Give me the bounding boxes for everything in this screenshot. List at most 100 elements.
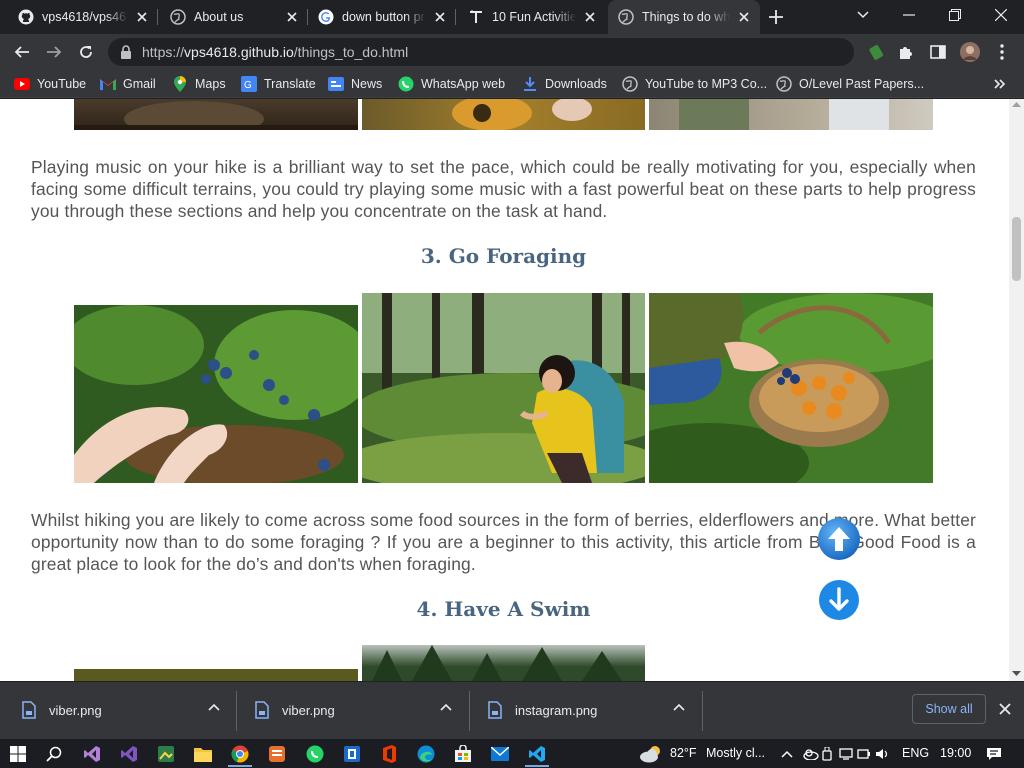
- download-item[interactable]: instagram.png: [470, 682, 703, 740]
- new-tab-button[interactable]: [766, 7, 786, 27]
- tray-usb-button[interactable]: [820, 742, 834, 766]
- bookmark-downloads[interactable]: Downloads: [522, 75, 607, 93]
- bookmarks-bar: YouTube Gmail Maps G Translate News What…: [0, 70, 1024, 98]
- close-downloads-shelf-button[interactable]: [996, 700, 1014, 718]
- bookmark-whatsapp[interactable]: WhatsApp web: [398, 75, 505, 93]
- search-button[interactable]: [42, 742, 66, 766]
- profile-button[interactable]: [958, 40, 982, 64]
- tab-divider: [455, 9, 456, 25]
- page-scrollbar[interactable]: [1009, 99, 1024, 681]
- edge-icon: [417, 745, 435, 763]
- minimize-icon: [903, 14, 915, 16]
- swim-photo-2: [362, 645, 645, 681]
- tab-google-search[interactable]: down button prev: [308, 0, 456, 34]
- tab-github[interactable]: vps4618/vps4618: [8, 0, 158, 34]
- scroll-down-button[interactable]: [818, 579, 860, 621]
- weather-temperature[interactable]: 82°F: [670, 746, 697, 760]
- close-tab-icon[interactable]: [134, 9, 150, 25]
- speaker-icon: [876, 749, 888, 759]
- side-panel-button[interactable]: [926, 40, 950, 64]
- scroll-up-button[interactable]: [817, 517, 861, 561]
- extensions-menu-button[interactable]: [894, 40, 918, 64]
- tab-things-to-do[interactable]: Things to do wh: [608, 0, 760, 34]
- lock-icon[interactable]: [120, 45, 132, 59]
- bookmark-gmail[interactable]: Gmail: [100, 75, 156, 93]
- download-item[interactable]: viber.png: [237, 682, 470, 740]
- weather-description[interactable]: Mostly cl...: [706, 746, 765, 760]
- visual-studio-icon: [121, 746, 137, 762]
- bookmark-label: Translate: [264, 77, 316, 91]
- taskbar-app-mail[interactable]: [488, 742, 512, 766]
- taskbar-app-store[interactable]: [451, 742, 475, 766]
- clock-time[interactable]: 19:00: [940, 746, 971, 760]
- tab-strip: vps4618/vps4618 About us down button pre…: [0, 0, 1024, 34]
- taskbar-app-sublime[interactable]: [265, 742, 289, 766]
- whatsapp-icon: [398, 76, 414, 92]
- download-item[interactable]: viber.png: [0, 682, 237, 740]
- bookmark-youtube-mp3[interactable]: YouTube to MP3 Co...: [622, 75, 767, 93]
- side-panel-icon: [930, 45, 946, 59]
- taskbar-app-photos[interactable]: [154, 742, 178, 766]
- more-bookmarks-button[interactable]: [994, 75, 1006, 93]
- globe-icon: [618, 9, 634, 25]
- minimize-button[interactable]: [886, 0, 932, 30]
- taskbar-app-file-explorer[interactable]: [191, 742, 215, 766]
- bookmark-label: Downloads: [545, 77, 607, 91]
- reload-button[interactable]: [74, 40, 98, 64]
- extension-button[interactable]: [864, 40, 888, 64]
- notepad-app-icon: [344, 746, 360, 762]
- bookmark-news[interactable]: News: [328, 75, 382, 93]
- weather-widget[interactable]: [638, 742, 664, 766]
- tab-divider: [157, 9, 158, 25]
- taskbar-app-edge[interactable]: [414, 742, 438, 766]
- tab-fun-activities[interactable]: 10 Fun Activities: [458, 0, 606, 34]
- tray-cloud-button[interactable]: [802, 742, 820, 766]
- action-center-button[interactable]: [982, 742, 1006, 766]
- reload-icon: [80, 46, 92, 58]
- bookmark-maps[interactable]: Maps: [172, 75, 226, 93]
- bookmark-youtube[interactable]: YouTube: [14, 75, 86, 93]
- forward-button[interactable]: [42, 40, 66, 64]
- tray-power-button[interactable]: [856, 742, 872, 766]
- downloads-shelf: viber.png viber.png instagram.png: [0, 681, 1024, 739]
- chevron-up-icon[interactable]: [440, 703, 452, 711]
- tab-about-us[interactable]: About us: [160, 0, 308, 34]
- tray-network-button[interactable]: [838, 742, 854, 766]
- url-text[interactable]: https://vps4618.github.io/things_to_do.h…: [142, 44, 408, 60]
- taskbar-app-vscode[interactable]: [525, 742, 549, 766]
- scroll-down-arrow-icon[interactable]: [1012, 669, 1021, 677]
- start-button[interactable]: [6, 742, 30, 766]
- close-tab-icon[interactable]: [432, 9, 448, 25]
- bookmark-olevel-papers[interactable]: O/Level Past Papers...: [776, 75, 924, 93]
- taskbar-app-visual-studio[interactable]: [117, 742, 141, 766]
- show-all-downloads-button[interactable]: Show all: [912, 694, 986, 724]
- taskbar-app-chrome[interactable]: [228, 742, 252, 766]
- restore-button[interactable]: [932, 0, 978, 30]
- volume-button[interactable]: [874, 742, 890, 766]
- close-tab-icon[interactable]: [582, 9, 598, 25]
- bookmark-label: YouTube to MP3 Co...: [645, 77, 768, 91]
- taskbar-app-visual-studio-preview[interactable]: [80, 742, 104, 766]
- back-button[interactable]: [10, 40, 34, 64]
- scrollbar-thumb[interactable]: [1012, 217, 1021, 281]
- bookmark-translate[interactable]: G Translate: [241, 75, 316, 93]
- close-tab-icon[interactable]: [284, 9, 300, 25]
- chrome-menu-button[interactable]: [990, 40, 1014, 64]
- taskbar-app-office[interactable]: [377, 742, 401, 766]
- tab-search-button[interactable]: [840, 0, 886, 30]
- taskbar-app-editor[interactable]: [340, 742, 364, 766]
- show-hidden-icons-button[interactable]: [780, 742, 794, 766]
- close-tab-icon[interactable]: [736, 9, 752, 25]
- globe-icon: [170, 9, 186, 25]
- divider: [702, 691, 703, 731]
- chevron-up-icon[interactable]: [208, 703, 220, 711]
- bookmark-label: Gmail: [123, 77, 156, 91]
- whatsapp-icon: [306, 745, 324, 763]
- chevron-up-icon[interactable]: [673, 703, 685, 711]
- close-window-button[interactable]: [978, 0, 1024, 30]
- scroll-up-arrow-icon[interactable]: [1012, 101, 1021, 109]
- address-bar[interactable]: https://vps4618.github.io/things_to_do.h…: [108, 38, 854, 66]
- input-language[interactable]: ENG: [902, 746, 929, 760]
- taskbar-app-whatsapp[interactable]: [303, 742, 327, 766]
- folder-icon: [194, 748, 212, 762]
